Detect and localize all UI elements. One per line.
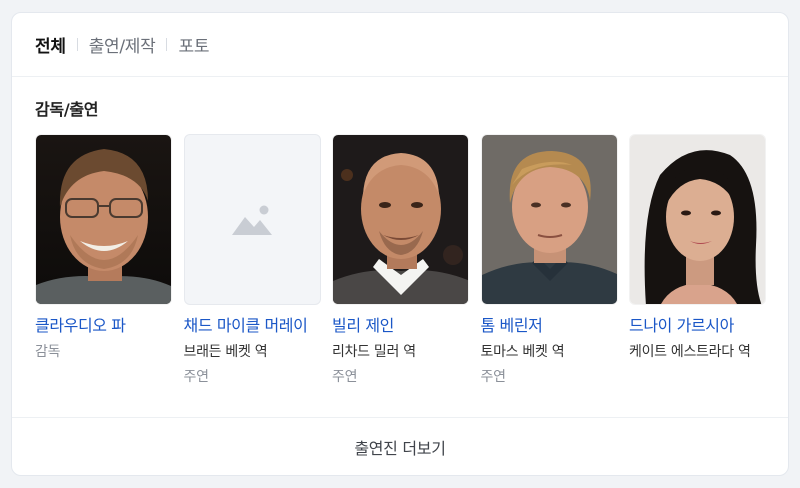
tab-divider (76, 38, 78, 51)
tab-divider (166, 38, 168, 51)
person-name[interactable]: 톰 베린저 (481, 315, 618, 337)
person-billing: 주연 (480, 369, 506, 385)
person-card[interactable]: 빌리 제인 리차드 밀러 역 주연 (332, 134, 469, 387)
person-photo[interactable] (35, 134, 172, 305)
person-role: 케이트 에스트라다 역 (629, 344, 751, 360)
person-photo[interactable] (480, 134, 618, 305)
person-photo[interactable] (629, 134, 766, 305)
person-role: 브래든 베켓 역 (183, 344, 268, 360)
cast-card: 전체 출연/제작 포토 감독/출연 클라우디오 파 감독 채드 마이클 머레이 … (11, 12, 789, 476)
tab-all[interactable]: 전체 (35, 32, 66, 57)
person-card[interactable]: 톰 베린저 토마스 베켓 역 주연 (480, 134, 618, 387)
person-billing: 주연 (332, 369, 358, 385)
person-card[interactable]: 채드 마이클 머레이 브래든 베켓 역 주연 (183, 134, 321, 387)
person-card[interactable]: 드나이 가르시아 케이트 에스트라다 역 (629, 134, 766, 387)
person-name[interactable]: 드나이 가르시아 (629, 315, 766, 337)
people-list: 클라우디오 파 감독 채드 마이클 머레이 브래든 베켓 역 주연 빌리 제인 … (35, 134, 778, 387)
section-title: 감독/출연 (35, 100, 99, 119)
person-name[interactable]: 클라우디오 파 (35, 315, 172, 337)
image-placeholder-icon (232, 205, 272, 235)
person-role: 감독 (35, 344, 61, 360)
tab-photo[interactable]: 포토 (178, 32, 209, 57)
person-billing: 주연 (183, 369, 209, 385)
person-role: 토마스 베켓 역 (480, 344, 565, 360)
person-card[interactable]: 클라우디오 파 감독 (35, 134, 172, 387)
tab-bar: 전체 출연/제작 포토 (12, 13, 788, 77)
person-role: 리차드 밀러 역 (332, 344, 416, 360)
tab-cast-production[interactable]: 출연/제작 (89, 32, 156, 57)
more-cast-button[interactable]: 출연진 더보기 (12, 417, 788, 475)
person-photo[interactable] (332, 134, 469, 305)
person-photo[interactable] (183, 134, 321, 305)
person-name[interactable]: 채드 마이클 머레이 (184, 315, 321, 337)
person-name[interactable]: 빌리 제인 (332, 315, 469, 337)
